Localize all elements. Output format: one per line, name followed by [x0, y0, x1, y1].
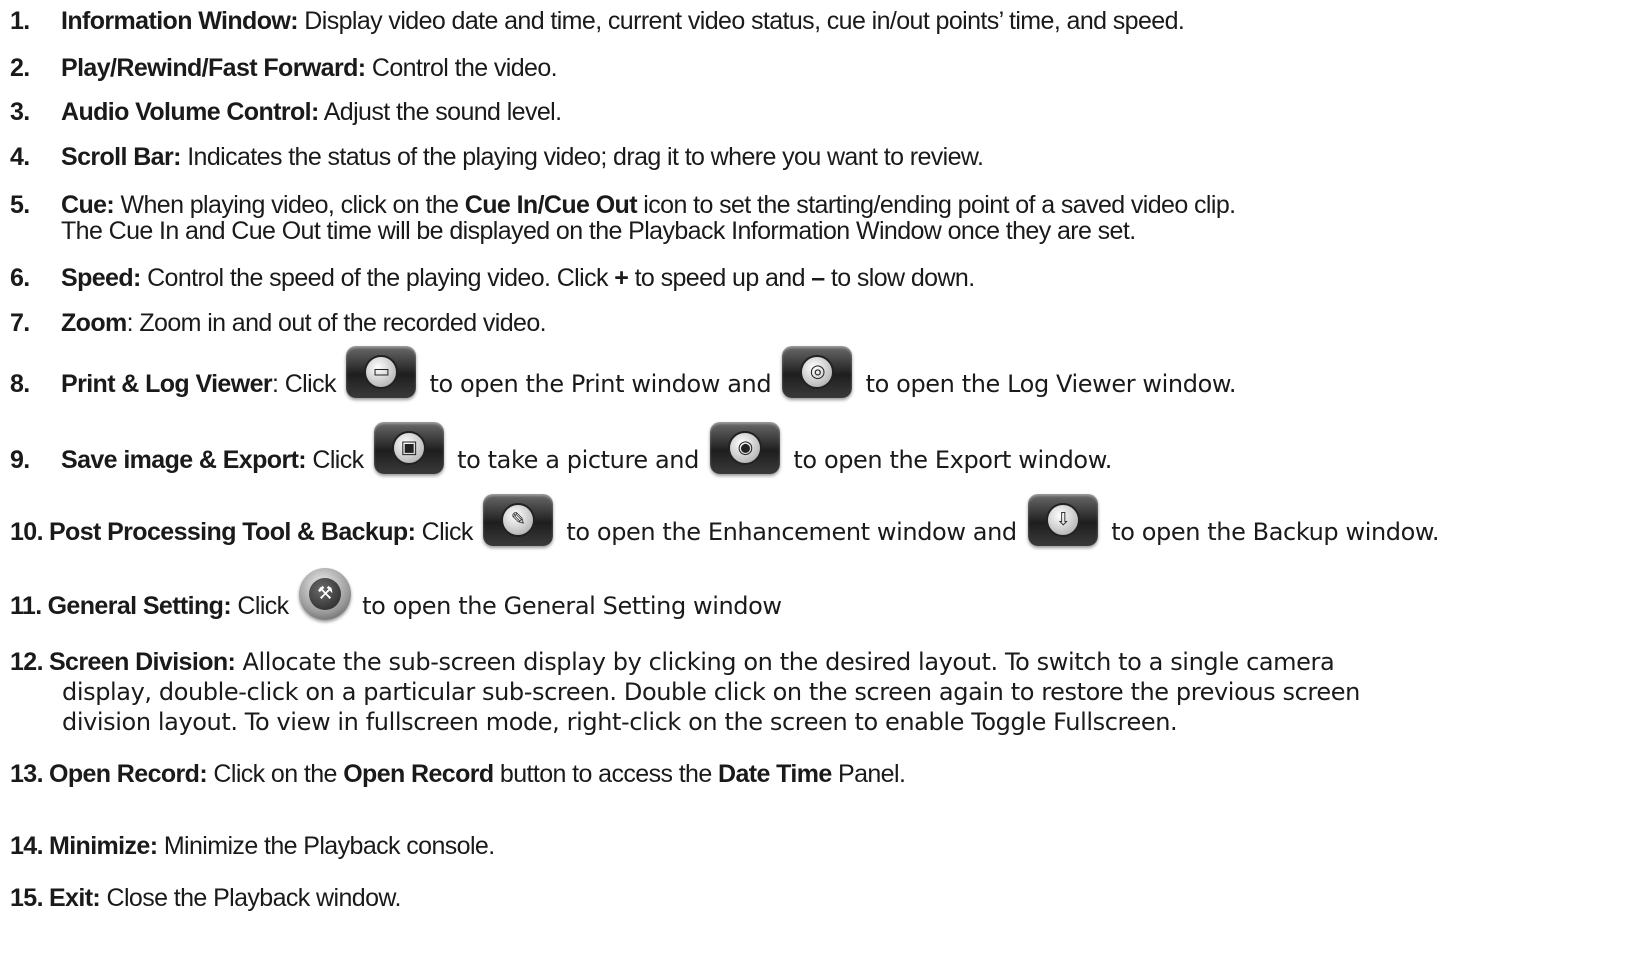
item-text: Display video date and time, current vid… — [297, 7, 1185, 35]
item-term: Open Record: — [48, 760, 208, 788]
item-term: Cue: — [61, 191, 115, 219]
item-term: Zoom — [61, 309, 127, 337]
item-text: When playing video, click on the — [114, 191, 465, 219]
item-text: to open the Enhancement window and — [559, 518, 1024, 546]
item-text: : Click — [272, 370, 343, 398]
item-number: 9. — [10, 446, 30, 474]
item-term: Speed: — [61, 264, 141, 292]
item-text: Panel. — [831, 760, 906, 788]
item-term: Play/Rewind/Fast Forward: — [61, 54, 366, 82]
list-item-2: 2. Play/Rewind/Fast Forward: Control the … — [10, 53, 558, 83]
list-item-7: 7. Zoom: Zoom in and out of the recorded … — [10, 308, 547, 338]
item-text: Click — [231, 592, 295, 620]
item-text: Close the Playback window. — [100, 884, 402, 912]
item-number: 12. — [10, 648, 44, 676]
item-text: Allocate the sub-screen display by click… — [235, 648, 1335, 676]
item-term: Print & Log Viewer — [61, 370, 273, 398]
list-item-14: 14. Minimize: Minimize the Playback conso… — [10, 831, 495, 861]
item-term: General Setting: — [47, 592, 232, 620]
item-number: 1. — [10, 7, 30, 35]
item-text: Adjust the sound level. — [318, 98, 562, 126]
list-item-3: 3. Audio Volume Control: Adjust the sound… — [10, 97, 562, 127]
item-term: Audio Volume Control: — [61, 98, 319, 126]
list-item-4: 4. Scroll Bar: Indicates the status of th… — [10, 142, 984, 172]
item-term: Information Window: — [61, 7, 299, 35]
plus-symbol: + — [614, 264, 629, 292]
item-text: Click — [306, 446, 370, 474]
item-text: to open the General Setting window — [354, 592, 782, 620]
list-item-1: 1. Information Window: Display video date… — [10, 6, 1185, 36]
item-text: Indicates the status of the playing vide… — [180, 143, 984, 171]
item-text: button to access the — [493, 760, 719, 788]
list-item-13: 13. Open Record: Click on the Open Record… — [10, 759, 906, 789]
item-bold-text: Open Record — [343, 760, 494, 788]
export-icon: ◉ — [710, 422, 781, 474]
item-text: Control the video. — [365, 54, 558, 82]
item-number: 5. — [10, 191, 30, 219]
item-text: to open the Export window. — [786, 446, 1112, 474]
minus-symbol: – — [811, 264, 825, 292]
item-text: to take a picture and — [449, 446, 707, 474]
enhancement-icon: ✎ — [483, 494, 554, 546]
item-bold-text: Date Time — [718, 760, 832, 788]
item-text: to speed up and — [628, 264, 812, 292]
item-term: Minimize: — [48, 832, 158, 860]
item-text: : Zoom in and out of the recorded video. — [126, 309, 547, 337]
item-number: 11. — [10, 592, 42, 620]
item-number: 4. — [10, 143, 30, 171]
item-term: Exit: — [48, 884, 101, 912]
item-bold-text: Cue In/Cue Out — [464, 191, 638, 219]
item-term: Save image & Export: — [61, 446, 307, 474]
item-number: 7. — [10, 309, 30, 337]
list-item-6: 6. Speed: Control the speed of the playin… — [10, 263, 975, 293]
wrench-icon: ⚒ — [298, 568, 351, 620]
item-text: Minimize the Playback console. — [157, 832, 495, 860]
list-item-9: 9. Save image & Export: Click ▣ to take a… — [10, 422, 1112, 488]
item-number: 6. — [10, 264, 30, 292]
list-item-5: 5. Cue: When playing video, click on the … — [10, 190, 1236, 220]
list-item-12-continuation-2: division layout. To view in fullscreen m… — [62, 708, 1178, 736]
item-text: to slow down. — [824, 264, 975, 292]
item-number: 13. — [10, 760, 44, 788]
item-term: Screen Division: — [48, 648, 236, 676]
item-text: Control the speed of the playing video. … — [140, 264, 615, 292]
item-text: Click — [415, 518, 480, 546]
item-text: to open the Backup window. — [1103, 518, 1440, 546]
item-number: 2. — [10, 54, 30, 82]
item-text: icon to set the starting/ending point of… — [636, 191, 1236, 219]
list-item-8: 8. Print & Log Viewer: Click ▭ to open th… — [10, 346, 1237, 412]
list-item-12: 12. Screen Division: Allocate the sub-scr… — [10, 647, 1335, 677]
item-text: Click on the — [207, 760, 344, 788]
item-text: to open the Print window and — [422, 370, 779, 398]
item-number: 14. — [10, 832, 44, 860]
item-term: Scroll Bar: — [61, 143, 181, 171]
item-text: to open the Log Viewer window. — [858, 370, 1237, 398]
print-icon: ▭ — [346, 346, 417, 398]
item-number: 15. — [10, 884, 44, 912]
list-item-15: 15. Exit: Close the Playback window. — [10, 883, 401, 913]
list-item-10: 10. Post Processing Tool & Backup: Click … — [10, 494, 1440, 560]
save-image-icon: ▣ — [373, 422, 444, 474]
list-item-11: 11. General Setting: Click ⚒ to open the … — [10, 568, 782, 634]
list-item-5-continuation: The Cue In and Cue Out time will be disp… — [61, 217, 1136, 245]
item-number: 8. — [10, 370, 30, 398]
list-item-12-continuation-1: display, double-click on a particular su… — [62, 678, 1360, 706]
item-term: Post Processing Tool & Backup: — [48, 518, 416, 546]
log-viewer-icon: ◎ — [782, 346, 853, 398]
item-number: 3. — [10, 98, 30, 126]
backup-icon: ⇩ — [1027, 494, 1098, 546]
item-number: 10. — [10, 518, 44, 546]
